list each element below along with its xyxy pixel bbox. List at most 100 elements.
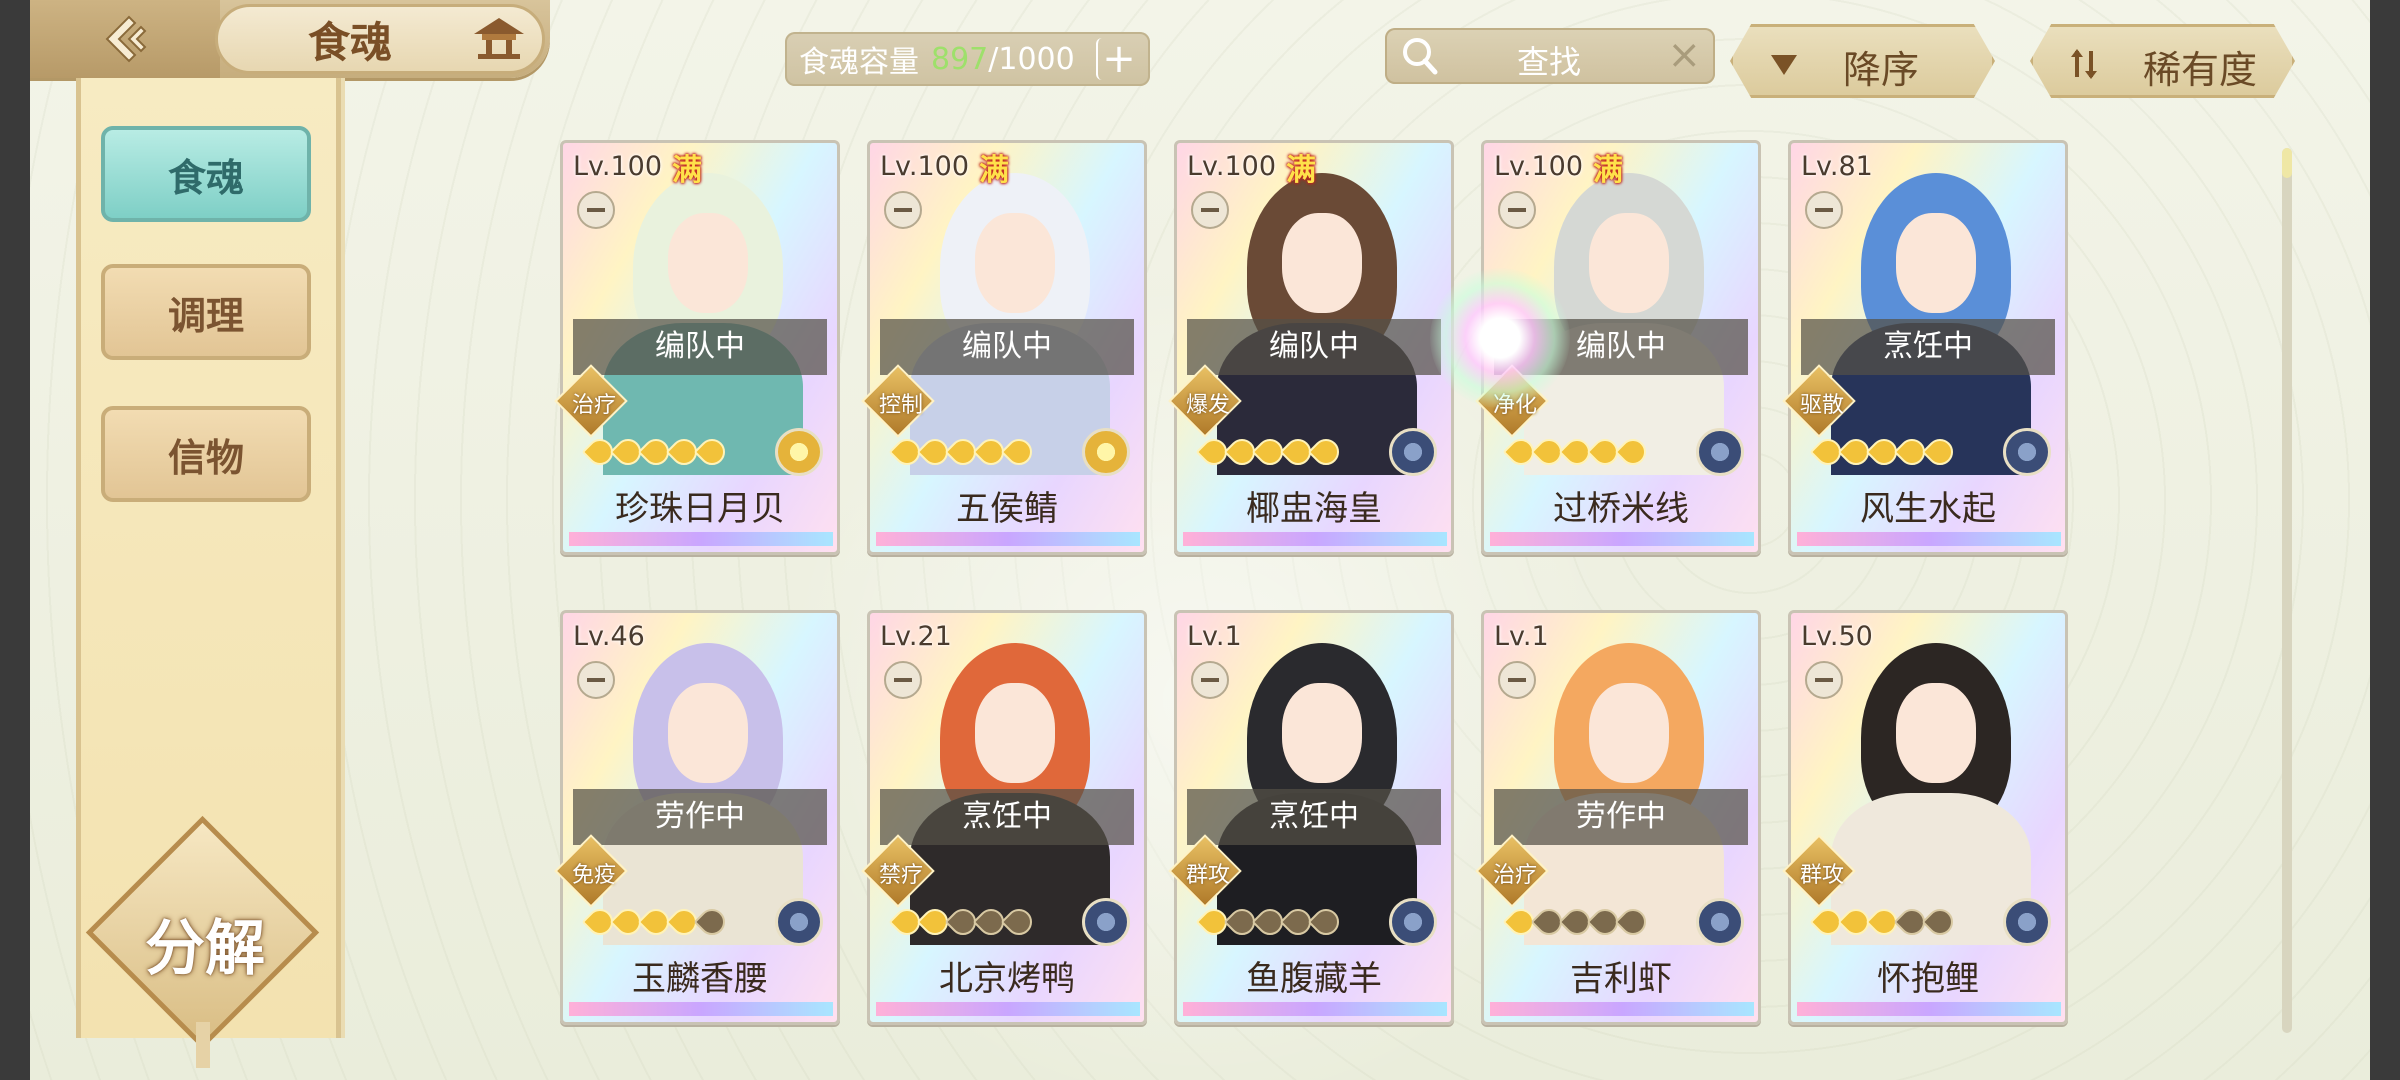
portrait-face bbox=[975, 683, 1055, 783]
card-name: 风生水起 bbox=[1860, 489, 1996, 529]
card-name: 珍珠日月贝 bbox=[615, 489, 785, 529]
card-level: Lv.21 bbox=[880, 621, 952, 652]
star-empty-icon bbox=[1307, 903, 1345, 941]
page-title: 食魂 bbox=[308, 17, 393, 67]
scrollbar-track[interactable] bbox=[2282, 148, 2292, 1033]
clear-search-icon[interactable]: × bbox=[1667, 32, 1701, 78]
element-icon bbox=[2003, 898, 2051, 946]
food-soul-card[interactable]: Lv.100 满 编队中 治疗 珍珠日月贝 bbox=[554, 140, 840, 555]
remove-icon[interactable] bbox=[1191, 191, 1229, 229]
food-soul-card[interactable]: Lv.50 群攻 怀抱鲤 bbox=[1782, 610, 2068, 1025]
tab-food-souls[interactable]: 食魂 bbox=[101, 126, 311, 222]
portrait-face bbox=[668, 213, 748, 313]
card-status: 劳作中 bbox=[1494, 789, 1748, 845]
portrait-face bbox=[975, 213, 1055, 313]
role-badge: 免疫 bbox=[554, 834, 628, 908]
card-status: 编队中 bbox=[573, 319, 827, 375]
max-level-badge bbox=[663, 615, 711, 659]
star-rating bbox=[888, 903, 1038, 941]
food-soul-card[interactable]: Lv.100 满 编队中 爆发 椰盅海皇 bbox=[1168, 140, 1454, 555]
decompose-label[interactable]: 分解 bbox=[110, 900, 300, 987]
role-badge: 治疗 bbox=[1475, 834, 1549, 908]
portrait-face bbox=[1589, 213, 1669, 313]
card-status: 烹饪中 bbox=[1801, 319, 2055, 375]
card-status: 编队中 bbox=[1187, 319, 1441, 375]
max-level-badge bbox=[970, 615, 1018, 659]
scrollbar-thumb[interactable] bbox=[2282, 148, 2292, 178]
remove-icon[interactable] bbox=[884, 191, 922, 229]
star-rating bbox=[1809, 433, 1959, 471]
card-name: 椰盅海皇 bbox=[1246, 489, 1382, 529]
food-soul-card[interactable]: Lv.21 烹饪中 禁疗 北京烤鸭 bbox=[861, 610, 1147, 1025]
role-label: 驱散 bbox=[1799, 393, 1844, 418]
food-soul-card[interactable]: Lv.46 劳作中 免疫 玉麟香腰 bbox=[554, 610, 840, 1025]
role-badge: 控制 bbox=[861, 364, 935, 438]
card-name: 吉利虾 bbox=[1570, 959, 1672, 999]
element-icon bbox=[775, 428, 823, 476]
card-rainbow-border bbox=[1490, 532, 1754, 546]
pavilion-icon[interactable] bbox=[470, 16, 528, 60]
star-rating bbox=[581, 903, 731, 941]
search-input[interactable]: 查找 bbox=[1517, 37, 1581, 83]
card-name: 玉麟香腰 bbox=[632, 959, 768, 999]
card-status: 编队中 bbox=[880, 319, 1134, 375]
card-status: 烹饪中 bbox=[880, 789, 1134, 845]
back-button[interactable] bbox=[30, 0, 220, 78]
rarity-filter-button[interactable]: 稀有度 bbox=[2030, 24, 2295, 98]
food-soul-card[interactable]: Lv.1 烹饪中 群攻 鱼腹藏羊 bbox=[1168, 610, 1454, 1025]
star-filled-icon bbox=[693, 433, 731, 471]
card-level: Lv.100 bbox=[573, 151, 663, 182]
portrait-face bbox=[1282, 683, 1362, 783]
capacity-label: 食魂容量 bbox=[799, 45, 919, 80]
tassel-ornament bbox=[196, 1022, 210, 1068]
card-rainbow-border bbox=[569, 532, 833, 546]
role-label: 爆发 bbox=[1185, 393, 1230, 418]
card-level: Lv.1 bbox=[1187, 621, 1242, 652]
role-badge: 爆发 bbox=[1168, 364, 1242, 438]
portrait-face bbox=[1282, 213, 1362, 313]
star-rating bbox=[1502, 433, 1652, 471]
rarity-filter-label: 稀有度 bbox=[2143, 48, 2258, 92]
star-empty-icon bbox=[1614, 903, 1652, 941]
element-icon bbox=[1389, 428, 1437, 476]
add-capacity-button[interactable]: + bbox=[1096, 36, 1140, 82]
card-level: Lv.100 bbox=[1187, 151, 1277, 182]
search-icon bbox=[1403, 38, 1438, 75]
game-screen: 食魂 食魂容量 897 /1000 + 查找 × 降序 稀有度 食魂 调理 信物… bbox=[0, 0, 2400, 1080]
search-box[interactable]: 查找 × bbox=[1385, 28, 1715, 84]
portrait-face bbox=[668, 683, 748, 783]
role-label: 治疗 bbox=[571, 393, 616, 418]
card-name: 鱼腹藏羊 bbox=[1246, 959, 1382, 999]
role-label: 禁疗 bbox=[878, 863, 923, 888]
card-rainbow-border bbox=[876, 532, 1140, 546]
remove-icon[interactable] bbox=[1498, 661, 1536, 699]
back-arrow-icon bbox=[105, 15, 147, 63]
tab-tokens[interactable]: 信物 bbox=[101, 406, 311, 502]
card-name: 五侯鲭 bbox=[956, 489, 1058, 529]
star-filled-icon bbox=[1614, 433, 1652, 471]
role-label: 治疗 bbox=[1492, 863, 1537, 888]
star-rating bbox=[581, 433, 731, 471]
card-rainbow-border bbox=[1490, 1002, 1754, 1016]
capacity-display: 食魂容量 897 /1000 + bbox=[785, 32, 1150, 86]
card-name: 过桥米线 bbox=[1553, 489, 1689, 529]
screen-edge-right bbox=[2370, 0, 2400, 1080]
remove-icon[interactable] bbox=[1498, 191, 1536, 229]
role-label: 群攻 bbox=[1185, 863, 1230, 888]
tab-conditioning[interactable]: 调理 bbox=[101, 264, 311, 360]
food-soul-card[interactable]: Lv.81 烹饪中 驱散 风生水起 bbox=[1782, 140, 2068, 555]
food-soul-card[interactable]: Lv.1 劳作中 治疗 吉利虾 bbox=[1475, 610, 1761, 1025]
sort-order-button[interactable]: 降序 bbox=[1730, 24, 1995, 98]
remove-icon[interactable] bbox=[1805, 191, 1843, 229]
remove-icon[interactable] bbox=[577, 191, 615, 229]
swap-sort-icon bbox=[2071, 49, 2097, 79]
food-soul-card[interactable]: Lv.100 满 编队中 控制 五侯鲭 bbox=[861, 140, 1147, 555]
remove-icon[interactable] bbox=[577, 661, 615, 699]
portrait-face bbox=[1589, 683, 1669, 783]
star-filled-icon bbox=[1307, 433, 1345, 471]
card-rainbow-border bbox=[1797, 532, 2061, 546]
remove-icon[interactable] bbox=[1191, 661, 1229, 699]
remove-icon[interactable] bbox=[884, 661, 922, 699]
role-badge: 驱散 bbox=[1782, 364, 1856, 438]
remove-icon[interactable] bbox=[1805, 661, 1843, 699]
